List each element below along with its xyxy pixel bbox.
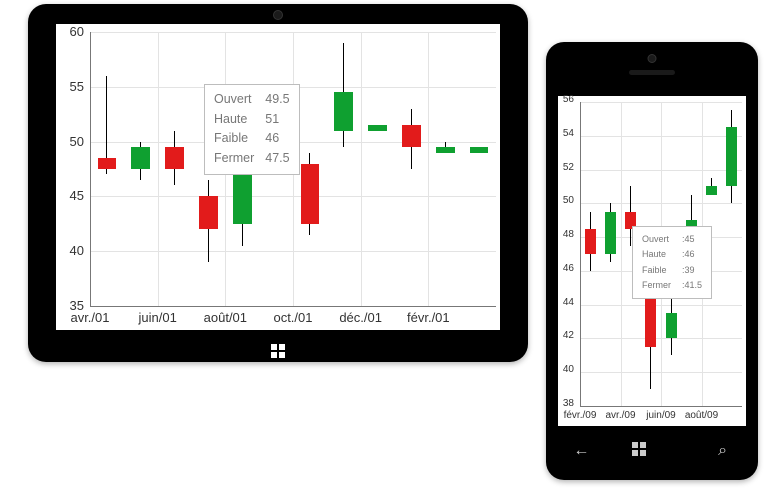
y-tick-label: 44 bbox=[558, 297, 574, 308]
y-tick-label: 55 bbox=[56, 79, 84, 94]
tablet-screen: 354045505560avr./01juin/01août/01oct./01… bbox=[56, 24, 500, 330]
tablet-frame: 354045505560avr./01juin/01août/01oct./01… bbox=[28, 4, 528, 362]
x-tick-label: févr./01 bbox=[395, 310, 463, 325]
tablet-camera bbox=[273, 10, 283, 20]
windows-icon[interactable] bbox=[632, 442, 672, 461]
tablet-home-button[interactable] bbox=[28, 340, 528, 362]
candle-body[interactable] bbox=[98, 158, 117, 169]
candle-body[interactable] bbox=[666, 313, 677, 338]
back-icon[interactable]: ← bbox=[561, 442, 601, 460]
x-tick-label: avr./01 bbox=[56, 310, 124, 325]
x-tick-label: août/01 bbox=[192, 310, 260, 325]
x-tick-label: juin/01 bbox=[124, 310, 192, 325]
candle-body[interactable] bbox=[368, 125, 387, 130]
phone-frame: 38 40 42 44 46 48 50 52 54 56 févr./09avr./09juin/… bbox=[546, 42, 758, 480]
y-tick-label: 46 bbox=[558, 263, 574, 274]
y-tick-label: 42 bbox=[558, 330, 574, 341]
y-tick-label: 40 bbox=[558, 364, 574, 375]
x-tick-label: juin/09 bbox=[641, 410, 682, 421]
chart-tooltip: Ouvert49.5Haute51Faible46Fermer47.5 bbox=[204, 84, 300, 175]
y-tick-label: 60 bbox=[56, 24, 84, 39]
y-tick-label: 56 bbox=[558, 94, 574, 105]
phone-screen: 38 40 42 44 46 48 50 52 54 56 févr./09avr./09juin/… bbox=[558, 96, 746, 426]
y-tick-label: 45 bbox=[56, 188, 84, 203]
y-tick-label: 40 bbox=[56, 243, 84, 258]
candle-body[interactable] bbox=[199, 196, 218, 229]
candle-body[interactable] bbox=[726, 127, 737, 186]
candlestick-chart-phone[interactable]: 38 40 42 44 46 48 50 52 54 56 févr./09avr./09juin/… bbox=[558, 96, 746, 426]
x-tick-label: févr./09 bbox=[560, 410, 601, 421]
y-tick-label: 38 bbox=[558, 398, 574, 409]
x-tick-label: déc./01 bbox=[327, 310, 395, 325]
candle-body[interactable] bbox=[301, 164, 320, 224]
y-tick-label: 54 bbox=[558, 128, 574, 139]
y-tick-label: 50 bbox=[558, 195, 574, 206]
phone-nav-buttons: ← ⌕ bbox=[546, 436, 758, 466]
phone-camera bbox=[648, 54, 657, 63]
candle-body[interactable] bbox=[165, 147, 184, 169]
y-tick-label: 52 bbox=[558, 162, 574, 173]
windows-icon bbox=[271, 344, 285, 358]
y-tick-label: 50 bbox=[56, 134, 84, 149]
candle-body[interactable] bbox=[334, 92, 353, 130]
search-icon[interactable]: ⌕ bbox=[703, 442, 743, 460]
candle-body[interactable] bbox=[706, 186, 717, 194]
candle-body[interactable] bbox=[605, 212, 616, 254]
candlestick-chart-tablet[interactable]: 354045505560avr./01juin/01août/01oct./01… bbox=[56, 24, 500, 330]
x-tick-label: oct./01 bbox=[259, 310, 327, 325]
candle-body[interactable] bbox=[436, 147, 455, 152]
candle-body[interactable] bbox=[585, 229, 596, 254]
candle-body[interactable] bbox=[470, 147, 489, 152]
x-tick-label: août/09 bbox=[681, 410, 722, 421]
y-tick-label: 48 bbox=[558, 229, 574, 240]
chart-tooltip: Ouvert:45Haute:46Faible:39Fermer:41.5 bbox=[632, 226, 712, 299]
phone-speaker bbox=[629, 70, 675, 75]
candle-body[interactable] bbox=[131, 147, 150, 169]
candle-body[interactable] bbox=[233, 169, 252, 224]
candle-body[interactable] bbox=[402, 125, 421, 147]
x-tick-label: avr./09 bbox=[600, 410, 641, 421]
